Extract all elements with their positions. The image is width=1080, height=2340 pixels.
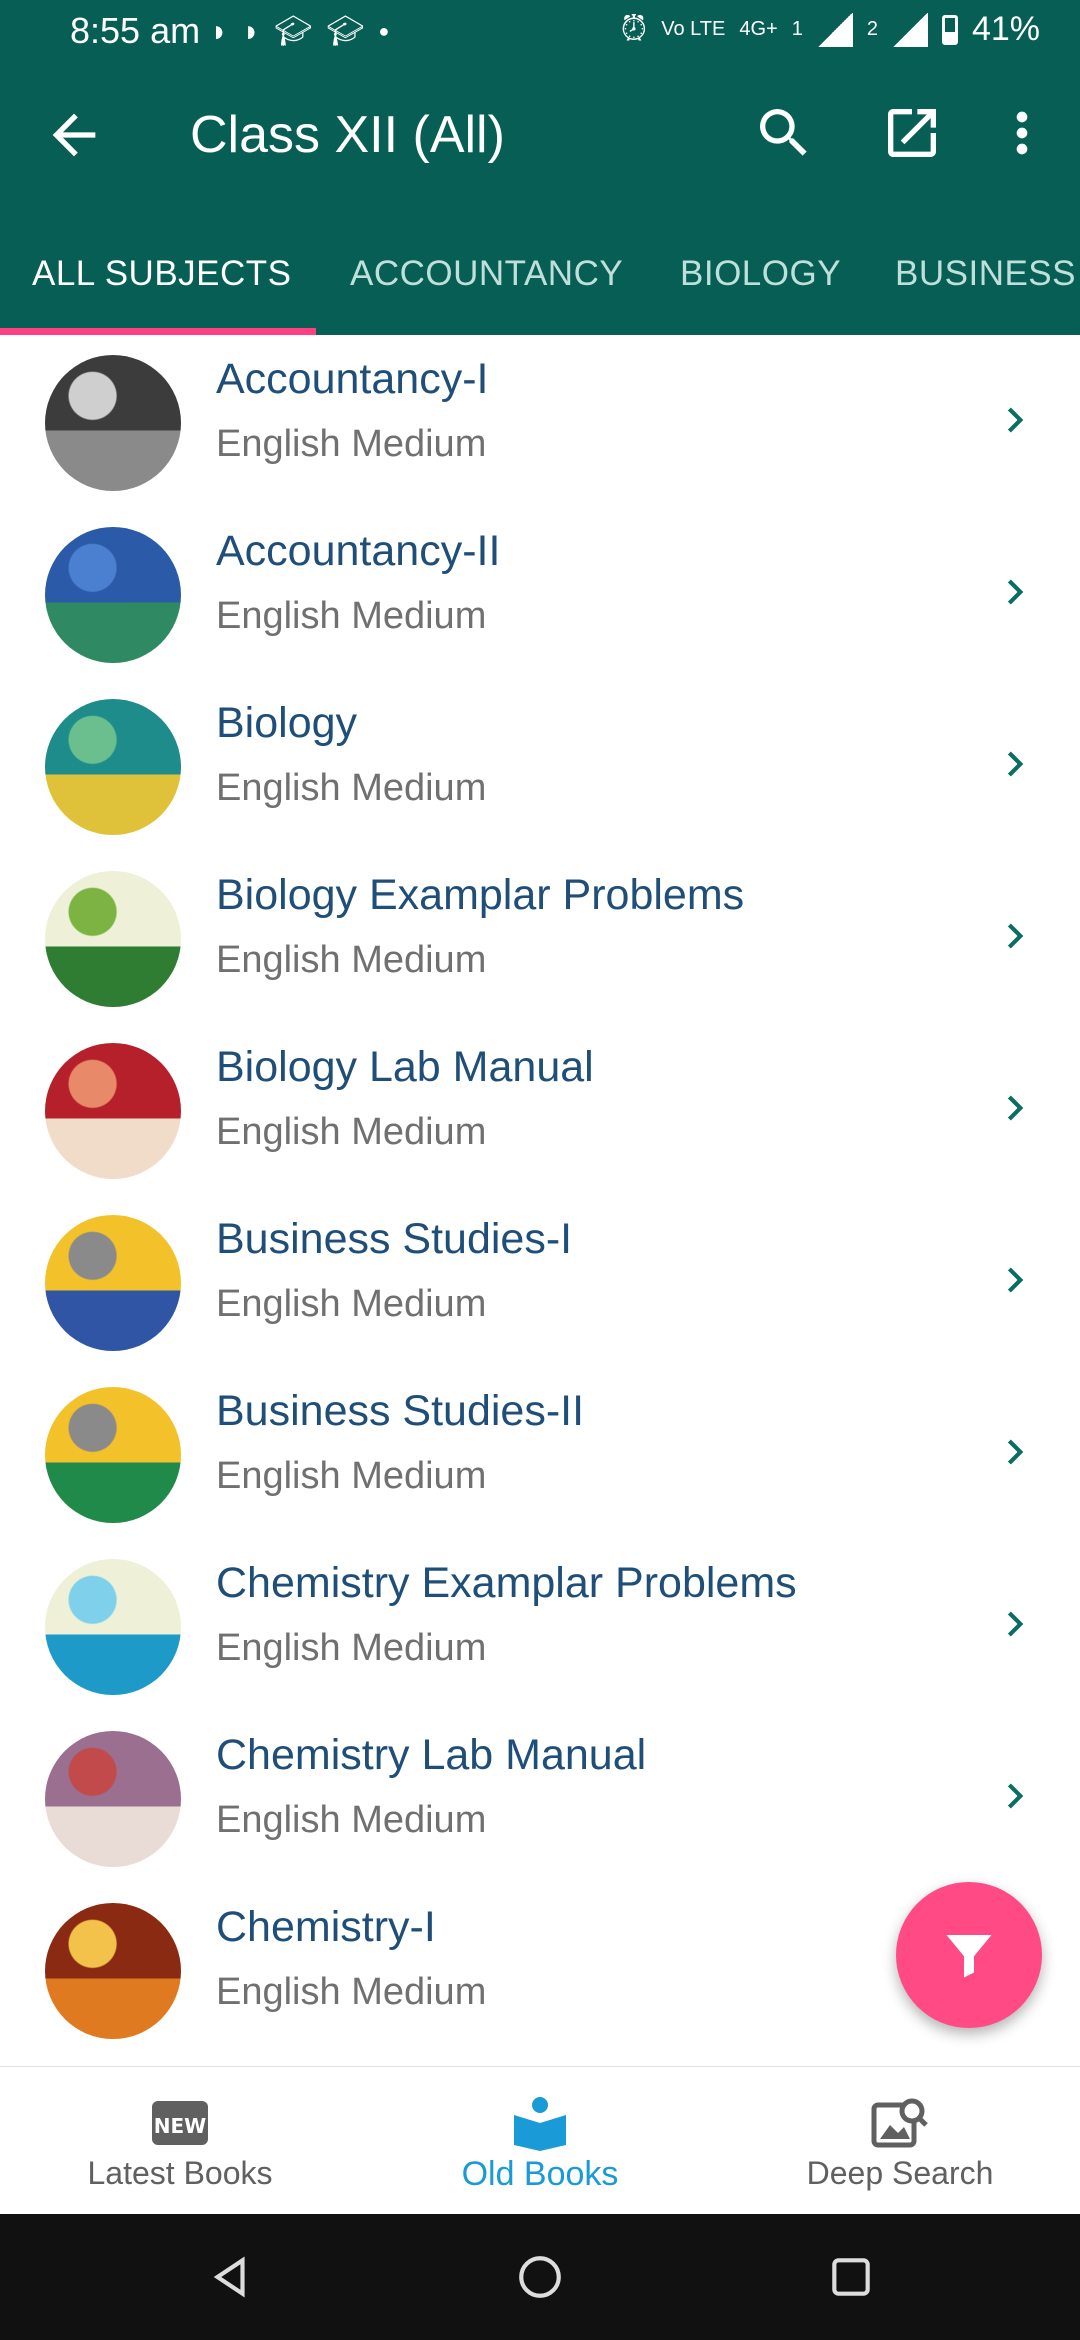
network-type: 4G+ <box>739 18 778 40</box>
chevron-right-icon <box>1007 1611 1024 1637</box>
book-cover-thumbnail <box>45 355 181 491</box>
book-cover-thumbnail <box>45 527 181 663</box>
book-title: Biology <box>216 699 358 747</box>
dot-icon: ● <box>378 21 390 41</box>
status-bar: 8:55 am ◗ ◗ 🎓︎ 🎓︎ ● ⏰︎ Vo LTE 4G+ 1 2 41… <box>0 0 1080 63</box>
chevron-right-icon <box>1007 751 1024 777</box>
chevron-right-icon <box>1007 579 1024 605</box>
image-search-icon <box>871 2098 928 2148</box>
list-item[interactable]: Biology Lab Manual English Medium <box>0 1023 1080 1195</box>
list-item[interactable]: Chemistry Examplar Problems English Medi… <box>0 1539 1080 1711</box>
nav-latest-books[interactable]: NEW Latest Books <box>0 2067 360 2215</box>
list-item[interactable]: Chemistry Lab Manual English Medium <box>0 1711 1080 1883</box>
book-medium: English Medium <box>216 1971 487 2013</box>
subject-tabs: ALL SUBJECTS ACCOUNTANCY BIOLOGY BUSINES… <box>0 210 1080 335</box>
book-title: Chemistry Lab Manual <box>216 1731 647 1779</box>
book-cover-thumbnail <box>45 871 181 1007</box>
chevron-right-icon <box>1007 1783 1024 1809</box>
book-medium: English Medium <box>216 1799 487 1841</box>
notification-icons: ◗ ◗ 🎓︎ 🎓︎ ● <box>210 14 389 49</box>
open-external-icon[interactable] <box>880 101 944 165</box>
graduation-cap-icon: 🎓︎ <box>274 15 313 48</box>
chevron-right-icon <box>1007 1267 1024 1293</box>
filter-icon <box>946 1935 992 1978</box>
nav-deep-search[interactable]: Deep Search <box>720 2067 1080 2215</box>
book-medium: English Medium <box>216 595 487 637</box>
signal-icon <box>816 12 853 47</box>
new-badge-icon: NEW <box>152 2101 208 2145</box>
chevron-right-icon <box>1007 923 1024 949</box>
sim1-indicator: 1 <box>791 18 803 40</box>
book-medium: English Medium <box>216 423 487 465</box>
book-medium: English Medium <box>216 939 487 981</box>
book-cover-thumbnail <box>45 1903 181 2039</box>
svg-text:NEW: NEW <box>154 2114 206 2138</box>
nav-old-books[interactable]: Old Books <box>360 2067 720 2215</box>
list-item[interactable]: Business Studies-II English Medium <box>0 1367 1080 1539</box>
book-medium: English Medium <box>216 1111 487 1153</box>
signal-icon <box>891 12 928 47</box>
book-medium: English Medium <box>216 767 487 809</box>
book-title: Chemistry-I <box>216 1903 436 1951</box>
book-title: Business Studies-I <box>216 1215 573 1263</box>
battery-icon <box>941 14 958 45</box>
system-home-icon[interactable] <box>515 2252 565 2302</box>
status-time: 8:55 am <box>70 10 201 51</box>
book-cover-thumbnail <box>45 1215 181 1351</box>
sim2-indicator: 2 <box>866 18 878 40</box>
book-cover-thumbnail <box>45 699 181 835</box>
list-item[interactable]: Biology English Medium <box>0 679 1080 851</box>
nav-label: Latest Books <box>87 2155 273 2191</box>
alarm-icon: ⏰︎ <box>620 10 648 48</box>
app-bar: Class XII (All) <box>0 63 1080 210</box>
book-title: Business Studies-II <box>216 1387 585 1435</box>
book-cover-thumbnail <box>45 1043 181 1179</box>
book-medium: English Medium <box>216 1455 487 1497</box>
list-item[interactable]: Accountancy-II English Medium <box>0 507 1080 679</box>
tab-accountancy[interactable]: ACCOUNTANCY <box>350 254 623 294</box>
bottom-navigation: NEW Latest Books Old Books Deep Search <box>0 2066 1080 2215</box>
book-title: Biology Lab Manual <box>216 1043 594 1091</box>
system-recents-icon[interactable] <box>826 2252 876 2302</box>
list-item[interactable]: Accountancy-I English Medium <box>0 335 1080 507</box>
notification-d-icon: ◗ <box>242 14 261 48</box>
book-cover-thumbnail <box>45 1731 181 1867</box>
list-item[interactable]: Business Studies-I English Medium <box>0 1195 1080 1367</box>
book-medium: English Medium <box>216 1283 487 1325</box>
graduation-cap-icon: 🎓︎ <box>326 15 365 48</box>
system-back-icon[interactable] <box>205 2252 255 2302</box>
volte-label: Vo LTE <box>661 18 726 40</box>
system-status-icons: ⏰︎ Vo LTE 4G+ 1 2 41% <box>621 10 1040 49</box>
filter-button[interactable] <box>896 1882 1042 2028</box>
book-title: Chemistry Examplar Problems <box>216 1559 797 1607</box>
book-list: Accountancy-I English Medium Accountancy… <box>0 335 1080 2065</box>
book-title: Accountancy-I <box>216 355 489 403</box>
chevron-right-icon <box>1007 1439 1024 1465</box>
book-medium: English Medium <box>216 1627 487 1669</box>
battery-percent: 41% <box>971 10 1040 48</box>
more-vert-icon[interactable] <box>990 101 1054 165</box>
book-cover-thumbnail <box>45 1387 181 1523</box>
list-item[interactable]: Biology Examplar Problems English Medium <box>0 851 1080 1023</box>
system-navigation-bar <box>0 2214 1080 2340</box>
book-title: Accountancy-II <box>216 527 501 575</box>
nav-label: Old Books <box>461 2155 619 2193</box>
chevron-right-icon <box>1007 407 1024 433</box>
tab-business-studies[interactable]: BUSINESS STUDIES <box>895 254 1080 294</box>
book-cover-thumbnail <box>45 1559 181 1695</box>
book-reader-icon <box>514 2097 566 2151</box>
tab-biology[interactable]: BIOLOGY <box>680 254 841 294</box>
book-title: Biology Examplar Problems <box>216 871 745 919</box>
active-tab-indicator <box>0 328 316 335</box>
notification-d-icon: ◗ <box>210 14 229 48</box>
page-title: Class XII (All) <box>190 106 505 164</box>
search-icon[interactable] <box>752 101 816 165</box>
chevron-right-icon <box>1007 1095 1024 1121</box>
back-arrow-icon[interactable] <box>42 103 106 167</box>
tab-all-subjects[interactable]: ALL SUBJECTS <box>32 254 292 294</box>
nav-label: Deep Search <box>806 2155 994 2191</box>
